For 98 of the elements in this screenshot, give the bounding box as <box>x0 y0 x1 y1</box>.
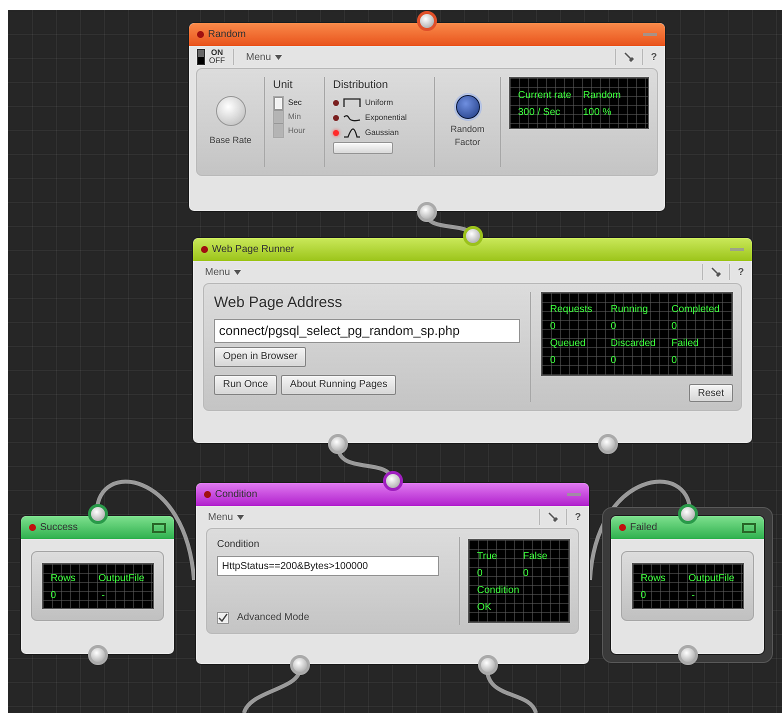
unit-option[interactable]: Min <box>288 110 306 124</box>
section-title: Distribution <box>333 78 390 93</box>
display-text: 0 <box>671 355 677 366</box>
checkbox[interactable] <box>217 612 229 624</box>
display-text: Random <box>583 90 621 101</box>
display-text: OutputFile <box>688 573 734 584</box>
connector-port[interactable] <box>328 434 348 454</box>
display-text: Current rate <box>518 90 572 101</box>
action-button[interactable]: About Running Pages <box>281 374 396 394</box>
node-header[interactable]: Random <box>189 23 665 46</box>
unit-option[interactable]: Hour <box>288 124 306 138</box>
connector-port[interactable] <box>678 504 698 524</box>
connector-port[interactable] <box>598 434 618 454</box>
node-header[interactable]: Success <box>21 516 174 539</box>
connector-port[interactable] <box>88 645 108 665</box>
knob-label: Random Factor <box>449 123 486 149</box>
help-button[interactable]: ? <box>650 50 657 64</box>
connector-port[interactable] <box>478 655 498 675</box>
display-text: 0 <box>671 321 677 332</box>
help-button[interactable]: ? <box>574 510 581 524</box>
slider-thumb[interactable] <box>274 96 283 110</box>
menu-button[interactable]: Menu <box>242 50 286 64</box>
node-title: Condition <box>215 488 258 502</box>
check-icon <box>218 612 228 622</box>
option-label[interactable]: Uniform <box>365 96 394 108</box>
field-label: Condition <box>217 538 260 552</box>
connector-port[interactable] <box>417 202 437 222</box>
display-text: - <box>102 590 105 601</box>
wrench-icon[interactable] <box>710 267 721 277</box>
display-text: 0 <box>610 355 616 366</box>
display-text: Running <box>610 304 648 315</box>
display-text: 0 <box>477 568 483 579</box>
node-title: Failed <box>630 521 658 535</box>
caret-icon <box>234 270 242 274</box>
maximize-icon[interactable] <box>742 522 756 532</box>
display-text: Queued <box>550 338 586 349</box>
display-text: OK <box>477 602 492 613</box>
indicator-light[interactable] <box>333 100 339 106</box>
maximize-icon[interactable] <box>152 522 166 532</box>
menu-button[interactable]: Menu <box>204 510 248 524</box>
power-switch[interactable]: ON OFF <box>197 49 234 65</box>
option-label[interactable]: Exponential <box>365 112 407 124</box>
slider-stop[interactable] <box>274 110 283 124</box>
caret-icon <box>237 514 244 520</box>
blank-button[interactable] <box>333 142 393 154</box>
display-text: 100 % <box>583 107 612 118</box>
curve-icon <box>343 96 361 108</box>
display-text: Rows <box>640 573 666 584</box>
on-label: ON <box>210 49 224 57</box>
option-label[interactable]: Gaussian <box>365 126 399 138</box>
display-text: OutputFile <box>98 573 144 584</box>
condition-field[interactable]: HttpStatus==200&Bytes>100000 <box>217 556 439 576</box>
reset-button[interactable]: Reset <box>688 384 733 402</box>
display-text: 0 <box>523 568 529 579</box>
display-text: 0 <box>550 321 556 332</box>
display-text: 0 <box>550 355 556 366</box>
display-text: Completed <box>671 304 720 315</box>
help-button[interactable]: ? <box>738 264 744 280</box>
display-text: False <box>523 551 548 562</box>
display-text: 0 <box>640 590 646 601</box>
unit-slider[interactable] <box>273 96 284 138</box>
node-header[interactable]: Failed <box>611 516 764 539</box>
knob[interactable] <box>456 95 480 119</box>
curve-icon <box>343 126 361 138</box>
display-text: 0 <box>610 321 616 332</box>
display-text: - <box>692 590 695 601</box>
address-field[interactable]: connect/pgsql_select_pg_random_sp.php <box>214 318 520 342</box>
display-text: 0 <box>50 590 56 601</box>
node-header[interactable]: Web Page Runner <box>193 238 752 261</box>
connector-port[interactable] <box>678 645 698 665</box>
node-title: Random <box>208 28 246 42</box>
caret-icon <box>275 54 282 60</box>
indicator-light[interactable] <box>333 114 339 120</box>
display-text: True <box>477 551 498 562</box>
display-text: 300 / Sec <box>518 107 560 118</box>
connector-port[interactable] <box>290 655 310 675</box>
display-text: Rows <box>50 573 76 584</box>
connector-port[interactable] <box>417 11 437 31</box>
wrench-icon[interactable] <box>548 512 558 522</box>
menu-button[interactable]: Menu <box>201 264 246 280</box>
knob-label: Base Rate <box>209 134 252 148</box>
field-label: Web Page Address <box>214 293 344 313</box>
node-header[interactable]: Condition <box>196 483 589 506</box>
slider-stop[interactable] <box>274 123 283 136</box>
unit-option[interactable]: Sec <box>288 96 306 110</box>
off-label: OFF <box>209 57 225 65</box>
display-text: Condition <box>477 585 520 596</box>
connector-port[interactable] <box>88 504 108 524</box>
action-button[interactable]: Run Once <box>214 374 278 394</box>
node-title: Success <box>40 521 78 535</box>
display-text: Failed <box>671 338 699 349</box>
wrench-icon[interactable] <box>624 52 634 62</box>
action-button[interactable]: Open in Browser <box>214 346 306 366</box>
checkbox-label[interactable]: Advanced Mode <box>237 610 310 625</box>
display-text: Requests <box>550 304 592 315</box>
display-text: Discarded <box>610 338 656 349</box>
section-title: Unit <box>273 78 294 93</box>
node-title: Web Page Runner <box>212 243 294 257</box>
